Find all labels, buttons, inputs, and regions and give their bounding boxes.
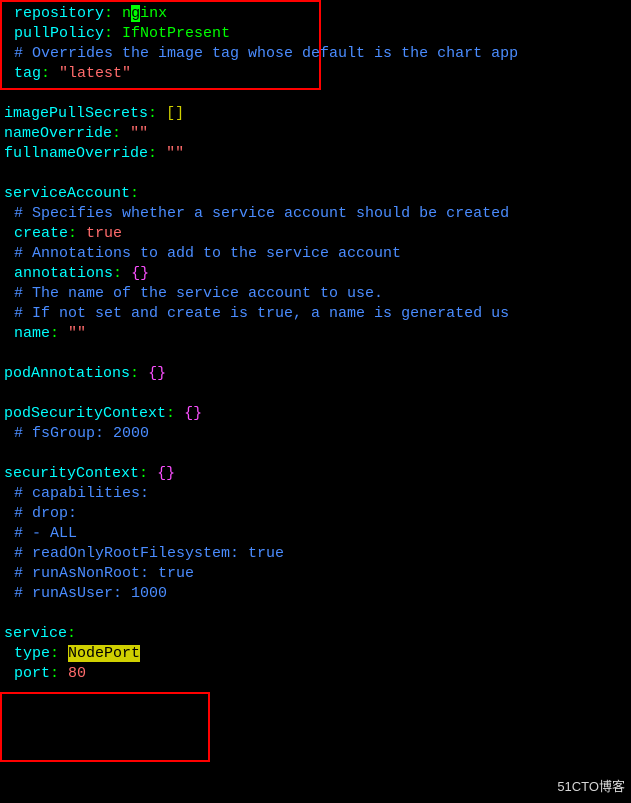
yaml-line: name: "" — [4, 324, 631, 344]
yaml-line: imagePullSecrets: [] — [4, 104, 631, 124]
yaml-line: fullnameOverride: "" — [4, 144, 631, 164]
yaml-comment: # The name of the service account to use… — [4, 284, 631, 304]
yaml-line: podSecurityContext: {} — [4, 404, 631, 424]
yaml-comment: # Specifies whether a service account sh… — [4, 204, 631, 224]
yaml-line: podAnnotations: {} — [4, 364, 631, 384]
yaml-comment: # Annotations to add to the service acco… — [4, 244, 631, 264]
yaml-line: repository: nginx — [4, 4, 631, 24]
yaml-line: port: 80 — [4, 664, 631, 684]
yaml-comment: # drop: — [4, 504, 631, 524]
yaml-line: pullPolicy: IfNotPresent — [4, 24, 631, 44]
yaml-comment: # runAsNonRoot: true — [4, 564, 631, 584]
highlight-box-bottom — [0, 692, 210, 762]
yaml-comment: # readOnlyRootFilesystem: true — [4, 544, 631, 564]
yaml-line: tag: "latest" — [4, 64, 631, 84]
yaml-line: serviceAccount: — [4, 184, 631, 204]
watermark: 51CTO博客 — [557, 777, 625, 797]
yaml-comment: # If not set and create is true, a name … — [4, 304, 631, 324]
yaml-line: service: — [4, 624, 631, 644]
yaml-comment: # capabilities: — [4, 484, 631, 504]
yaml-comment: # fsGroup: 2000 — [4, 424, 631, 444]
yaml-line: create: true — [4, 224, 631, 244]
yaml-comment: # - ALL — [4, 524, 631, 544]
code-editor[interactable]: repository: nginx pullPolicy: IfNotPrese… — [4, 4, 631, 684]
yaml-line: securityContext: {} — [4, 464, 631, 484]
highlighted-value: NodePort — [68, 645, 140, 662]
yaml-comment: # Overrides the image tag whose default … — [4, 44, 631, 64]
yaml-line: nameOverride: "" — [4, 124, 631, 144]
yaml-comment: # runAsUser: 1000 — [4, 584, 631, 604]
yaml-line: type: NodePort — [4, 644, 631, 664]
cursor: g — [131, 5, 140, 22]
yaml-line: annotations: {} — [4, 264, 631, 284]
